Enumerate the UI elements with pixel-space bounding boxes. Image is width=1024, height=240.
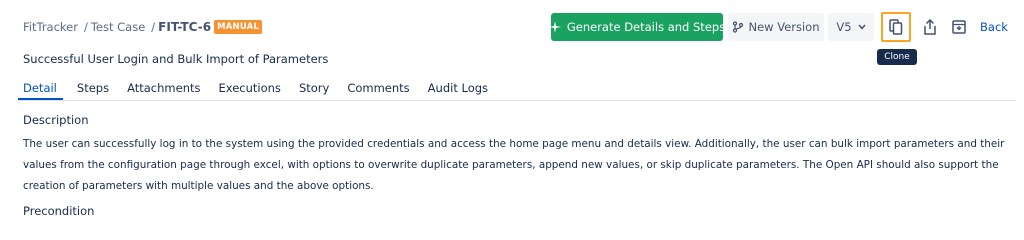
detail-tabs: Detail Steps Attachments Executions Stor… — [18, 78, 497, 100]
breadcrumb-separator: / — [83, 20, 88, 34]
generate-details-label: Generate Details and Steps — [566, 20, 726, 34]
new-version-button[interactable]: New Version — [728, 13, 824, 41]
breadcrumb-separator: / — [151, 20, 156, 34]
precondition-label: Precondition — [23, 204, 95, 218]
description-label: Description — [23, 113, 89, 127]
breadcrumb-project[interactable]: FitTracker — [23, 20, 78, 34]
sparkle-icon — [548, 21, 561, 33]
description-text: The user can successfully log in to the … — [23, 138, 1005, 192]
tab-audit-logs[interactable]: Audit Logs — [419, 78, 497, 100]
test-case-key: FIT-TC-6 — [158, 20, 212, 34]
archive-icon — [952, 20, 966, 34]
tab-attachments[interactable]: Attachments — [118, 78, 209, 100]
tab-story[interactable]: Story — [290, 78, 338, 100]
version-select[interactable]: V5 — [828, 13, 874, 41]
breadcrumb: FitTracker / Test Case / FIT-TC-6 MANUAL — [23, 18, 263, 36]
share-button[interactable] — [915, 12, 945, 42]
archive-button[interactable] — [944, 12, 974, 42]
new-version-label: New Version — [748, 20, 820, 34]
tab-comments[interactable]: Comments — [338, 78, 418, 100]
clone-button[interactable] — [881, 12, 911, 42]
chevron-down-icon — [858, 24, 866, 30]
back-link[interactable]: Back — [976, 13, 1012, 41]
tab-steps[interactable]: Steps — [71, 78, 118, 100]
test-type-badge: MANUAL — [214, 20, 263, 34]
generate-details-button[interactable]: Generate Details and Steps — [548, 13, 726, 41]
copy-icon — [889, 19, 903, 35]
version-branch-icon — [733, 21, 744, 33]
test-case-title: Successful User Login and Bulk Import of… — [23, 52, 329, 66]
tabs-divider — [18, 100, 1016, 101]
breadcrumb-section[interactable]: Test Case — [91, 20, 145, 34]
share-icon — [924, 19, 936, 35]
clone-tooltip: Clone — [877, 49, 917, 65]
tab-detail[interactable]: Detail — [18, 78, 63, 100]
version-value: V5 — [836, 20, 852, 34]
tab-executions[interactable]: Executions — [210, 78, 290, 100]
